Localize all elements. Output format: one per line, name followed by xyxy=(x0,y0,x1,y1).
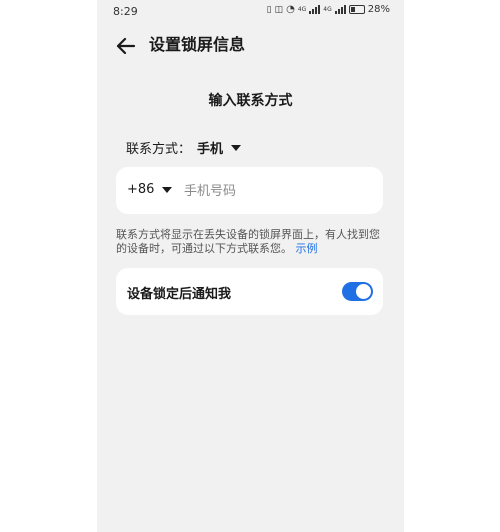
caret-down-icon xyxy=(231,144,242,151)
contact-type-label: 联系方式： xyxy=(126,142,192,157)
signal-icon-2 xyxy=(334,5,346,14)
contact-type-value: 手机 xyxy=(197,142,224,157)
hint-text-block: 联系方式将显示在丢失设备的锁屏界面上，有人找到您的设备时，可通过以下方式联系您。… xyxy=(116,228,386,256)
section-title: 输入联系方式 xyxy=(208,93,293,109)
back-button[interactable] xyxy=(114,34,138,58)
contact-type-dropdown[interactable]: 手机 xyxy=(197,138,242,157)
arrow-left-icon xyxy=(116,37,136,55)
page-title: 设置锁屏信息 xyxy=(149,35,246,54)
network-label-2: 4G xyxy=(323,6,332,13)
phone-number-card: +86 xyxy=(116,167,383,214)
notify-label: 设备锁定后通知我 xyxy=(127,287,232,302)
vibrate-icon: ◫ xyxy=(274,4,284,15)
status-icons: ▯ ◫ ◔ 4G 4G 28% xyxy=(267,4,390,15)
battery-percent: 28% xyxy=(367,4,390,15)
network-label-1: 4G xyxy=(297,6,307,13)
country-code-dropdown[interactable]: +86 xyxy=(127,182,173,197)
example-link[interactable]: 示例 xyxy=(296,242,318,255)
nfc-icon: ▯ xyxy=(266,4,272,15)
phone-screen: 8:29 ▯ ◫ ◔ 4G 4G 28% 设置锁屏信息 输入联系方式 联系方式：… xyxy=(97,0,404,532)
battery-icon xyxy=(348,5,365,14)
hint-text: 联系方式将显示在丢失设备的锁屏界面上，有人找到您的设备时，可通过以下方式联系您。 xyxy=(116,228,380,255)
phone-number-input[interactable] xyxy=(182,177,376,205)
contact-type-row: 联系方式： 手机 xyxy=(126,138,242,157)
notify-card: 设备锁定后通知我 xyxy=(116,268,383,315)
caret-down-icon xyxy=(162,186,173,193)
status-bar: 8:29 ▯ ◫ ◔ 4G 4G 28% xyxy=(97,0,404,22)
country-code-value: +86 xyxy=(127,182,155,197)
wifi-icon: ◔ xyxy=(286,4,295,15)
toggle-knob xyxy=(356,284,371,299)
signal-icon xyxy=(309,5,321,14)
notify-toggle[interactable] xyxy=(342,282,373,301)
status-time: 8:29 xyxy=(113,5,138,18)
